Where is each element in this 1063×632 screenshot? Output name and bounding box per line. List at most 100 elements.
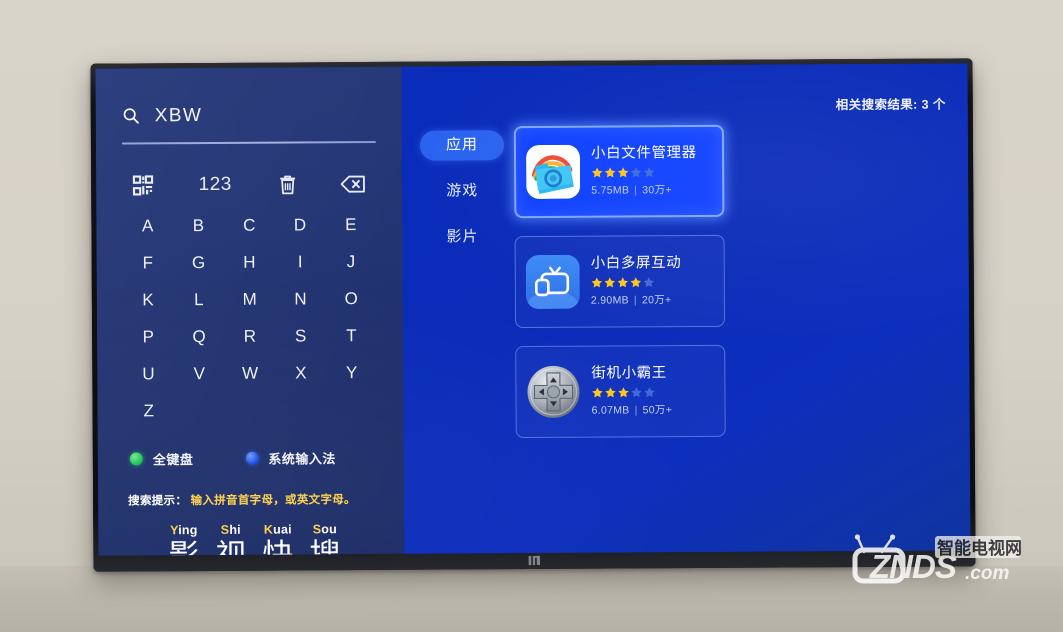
pinyin-rest: ing	[178, 523, 198, 538]
pinyin-romanization: Sou	[312, 522, 337, 537]
app-name: 小白多屏互动	[590, 255, 682, 272]
star-empty-icon	[643, 277, 655, 288]
key-z[interactable]: Z	[124, 399, 175, 423]
search-hint-value: 输入拼音首字母，或英文字母。	[190, 494, 356, 508]
key-n[interactable]: N	[275, 287, 326, 311]
search-results-panel: 相关搜索结果: 3 个 应用 游戏 影片 小白文件管理器 5.75MB | 30万+	[401, 63, 971, 554]
key-d[interactable]: D	[275, 213, 326, 237]
app-name: 小白文件管理器	[590, 144, 697, 162]
star-filled-icon	[618, 387, 629, 398]
pinyin-example: Shi 视	[215, 522, 247, 556]
trash-icon[interactable]	[270, 171, 304, 197]
key-v[interactable]: V	[174, 362, 225, 386]
pinyin-example: Kuai 快	[262, 522, 294, 556]
key-f[interactable]: F	[123, 251, 174, 275]
watermark-cn-text: 智能电视网	[937, 538, 1022, 559]
tv-screen: X B W 123 A B C D E F G H I J K L M N O P …	[95, 63, 971, 556]
key-m[interactable]: M	[224, 288, 275, 312]
pinyin-romanization: Kuai	[263, 522, 292, 537]
category-tabs[interactable]: 应用 游戏 影片	[419, 126, 506, 439]
key-i[interactable]: I	[275, 250, 326, 274]
key-w[interactable]: W	[225, 362, 276, 386]
app-card[interactable]: 小白文件管理器 5.75MB | 30万+	[513, 124, 725, 219]
key-l[interactable]: L	[174, 288, 225, 312]
key-s[interactable]: S	[275, 324, 326, 348]
search-field[interactable]: XBW	[122, 99, 376, 131]
app-card[interactable]: 街机小霸王 6.07MB | 50万+	[515, 344, 726, 439]
znds-watermark: ZNDS .com 智能电视网	[852, 534, 1022, 585]
stats-separator: |	[633, 294, 637, 307]
pinyin-hanzi: 视	[215, 537, 247, 556]
app-meta: 小白多屏互动 2.90MB | 20万+	[591, 255, 714, 308]
key-c[interactable]: C	[224, 214, 275, 238]
pinyin-rest: hi	[229, 522, 241, 537]
pinyin-example-row: Ying 影 Shi 视 Kuai 快 Sou 搜	[124, 522, 378, 556]
app-size: 6.07MB	[591, 404, 630, 417]
star-filled-icon	[604, 167, 616, 178]
app-downloads: 50万+	[642, 404, 673, 417]
key-k[interactable]: K	[123, 288, 174, 312]
pinyin-initial: Y	[170, 523, 179, 538]
key-q[interactable]: Q	[174, 325, 225, 349]
key-h[interactable]: H	[224, 251, 275, 275]
television: X B W 123 A B C D E F G H I J K L M N O P …	[90, 58, 976, 572]
app-size: 5.75MB	[591, 184, 630, 197]
multiscreen-tv-icon	[525, 254, 580, 310]
key-o[interactable]: O	[326, 287, 377, 311]
app-meta: 街机小霸王 6.07MB | 50万+	[591, 365, 714, 418]
key-e[interactable]: E	[326, 213, 377, 237]
qr-keyboard-icon[interactable]	[126, 172, 160, 198]
backspace-icon[interactable]	[336, 171, 370, 197]
star-filled-icon	[617, 167, 629, 178]
tab-1[interactable]: 游戏	[420, 176, 504, 207]
key-g[interactable]: G	[173, 251, 224, 275]
star-empty-icon	[644, 387, 655, 398]
key-x[interactable]: X	[276, 361, 327, 385]
search-keyboard-panel: X B W 123 A B C D E F G H I J K L M N O P …	[95, 66, 405, 556]
pinyin-hanzi: 影	[168, 538, 200, 556]
alphabet-keyboard[interactable]: ABCDE FGHIJ KLMNO PQRST UVWXY Z	[122, 213, 377, 424]
legend-full-keyboard[interactable]: 全键盘	[153, 449, 194, 468]
result-count-label: 相关搜索结果: 3 个	[835, 97, 946, 113]
pinyin-rest: ou	[321, 522, 337, 537]
app-downloads: 20万+	[641, 294, 672, 307]
star-filled-icon	[617, 277, 629, 288]
legend-system-ime[interactable]: 系统输入法	[268, 448, 336, 467]
star-filled-icon	[592, 387, 603, 398]
search-underline	[121, 140, 376, 145]
key-r[interactable]: R	[225, 325, 276, 349]
tab-2[interactable]: 影片	[420, 222, 504, 253]
key-p[interactable]: P	[123, 325, 174, 349]
key-u[interactable]: U	[123, 362, 174, 386]
app-stats: 5.75MB | 30万+	[591, 182, 712, 198]
gamepad-icon	[526, 365, 580, 419]
pinyin-romanization: Ying	[170, 523, 198, 538]
mi-logo	[528, 555, 541, 566]
pinyin-romanization: Shi	[220, 522, 241, 537]
pinyin-hanzi: 快	[262, 537, 294, 556]
search-input[interactable]: XBW	[155, 105, 203, 126]
key-y[interactable]: Y	[326, 361, 377, 385]
search-hint-label: 搜索提示：	[128, 495, 188, 508]
pinyin-rest: uai	[273, 522, 292, 537]
pinyin-initial: K	[263, 522, 274, 537]
key-a[interactable]: A	[122, 214, 173, 238]
tab-0[interactable]: 应用	[419, 130, 505, 161]
svg-text:.com: .com	[965, 563, 1009, 584]
app-card[interactable]: 小白多屏互动 2.90MB | 20万+	[514, 234, 726, 329]
tv-bezel: X B W 123 A B C D E F G H I J K L M N O P …	[90, 58, 976, 572]
numeric-key[interactable]: 123	[192, 174, 238, 196]
stats-separator: |	[634, 184, 638, 197]
app-rating	[591, 276, 714, 289]
pinyin-initial: S	[220, 522, 230, 537]
pinyin-initial: S	[312, 522, 322, 537]
keyboard-function-row: 123	[122, 171, 376, 199]
key-t[interactable]: T	[326, 324, 377, 348]
multiscreen-tv-icon	[525, 254, 580, 310]
app-meta: 小白文件管理器 5.75MB | 30万+	[591, 145, 712, 198]
key-j[interactable]: J	[326, 250, 377, 274]
app-stats: 2.90MB | 20万+	[591, 292, 714, 308]
key-b[interactable]: B	[173, 214, 224, 238]
star-empty-icon	[631, 387, 642, 398]
star-empty-icon	[643, 167, 655, 178]
